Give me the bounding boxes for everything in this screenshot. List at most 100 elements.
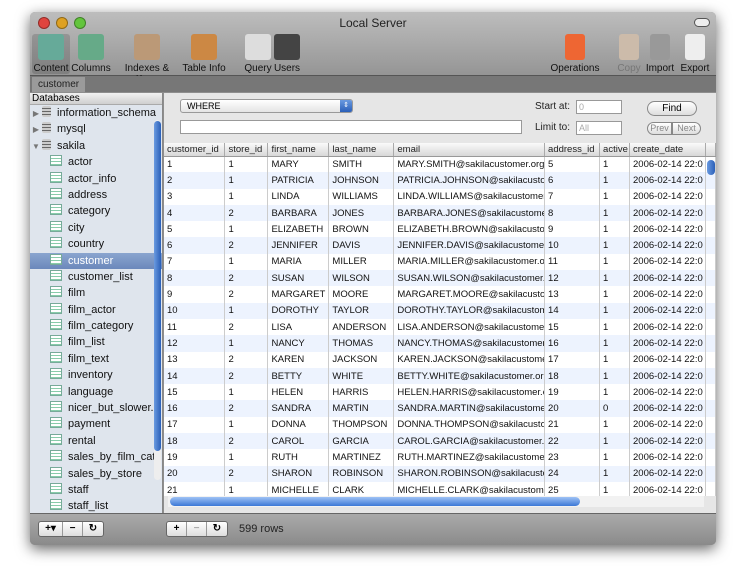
cell-last_name[interactable]: JONES: [328, 204, 395, 222]
cell-customer_id[interactable]: 21: [164, 481, 226, 496]
toolbar-copy-button[interactable]: Copy: [615, 34, 643, 74]
cell-store_id[interactable]: 1: [224, 302, 269, 319]
cell-email[interactable]: BARBARA.JONES@sakilacustomer.or: [393, 204, 546, 222]
sidebar-table-item[interactable]: actor: [30, 154, 162, 170]
cell-first_name[interactable]: KAREN: [267, 351, 330, 368]
cell-address_id[interactable]: 11: [544, 253, 601, 271]
sidebar-table-item[interactable]: staff: [30, 482, 162, 498]
sidebar-table-item[interactable]: rental: [30, 433, 162, 449]
find-button[interactable]: Find: [647, 101, 697, 116]
sidebar-table-item[interactable]: customer: [30, 252, 162, 269]
cell-email[interactable]: BETTY.WHITE@sakilacustomer.org: [393, 367, 546, 385]
cell-address_id[interactable]: 16: [544, 335, 601, 352]
table-row[interactable]: 5 1 ELIZABETH BROWN ELIZABETH.BROWN@sakilacu…: [164, 221, 716, 238]
table-row[interactable]: 6 2 JENNIFER DAVIS JENNIFER.DAVIS@sakilacust…: [164, 237, 716, 254]
cell-last_name[interactable]: THOMPSON: [328, 416, 395, 434]
cell-first_name[interactable]: MARGARET: [267, 286, 330, 303]
cell-store_id[interactable]: 2: [224, 400, 269, 417]
cell-last_name[interactable]: MOORE: [328, 286, 395, 303]
table-row[interactable]: 4 2 BARBARA JONES BARBARA.JONES@sakilacustom…: [164, 204, 716, 222]
table-row[interactable]: 1 1 MARY SMITH MARY.SMITH@sakilacustomer.org…: [164, 156, 716, 173]
cell-active[interactable]: 1: [599, 286, 631, 303]
cell-active[interactable]: 1: [599, 416, 631, 434]
cell-last_name[interactable]: MILLER: [328, 253, 395, 271]
sidebar-table-item[interactable]: inventory: [30, 367, 162, 383]
toolbar-content-button[interactable]: Content: [32, 34, 70, 74]
cell-customer_id[interactable]: 9: [164, 286, 226, 303]
cell-active[interactable]: 1: [599, 204, 631, 222]
cell-active[interactable]: 1: [599, 318, 631, 336]
cell-store_id[interactable]: 1: [224, 172, 269, 189]
table-vertical-scroll-thumb[interactable]: [707, 160, 715, 175]
cell-last_name[interactable]: JACKSON: [328, 351, 395, 368]
data-table[interactable]: customer_id store_id first_name last_name em…: [164, 143, 716, 496]
cell-address_id[interactable]: 13: [544, 286, 601, 303]
sidebar-table-item[interactable]: film_text: [30, 351, 162, 367]
table-row[interactable]: 2 1 PATRICIA JOHNSON PATRICIA.JOHNSON@sakila…: [164, 172, 716, 189]
filter-input[interactable]: [180, 120, 522, 134]
cell-customer_id[interactable]: 18: [164, 433, 226, 450]
cell-store_id[interactable]: 2: [224, 433, 269, 450]
table-row[interactable]: 20 2 SHARON ROBINSON SHARON.ROBINSON@sakilac…: [164, 465, 716, 482]
cell-last_name[interactable]: WILSON: [328, 270, 395, 287]
cell-address_id[interactable]: 7: [544, 188, 601, 205]
cell-address_id[interactable]: 12: [544, 270, 601, 287]
cell-first_name[interactable]: PATRICIA: [267, 172, 330, 189]
table-row[interactable]: 17 1 DONNA THOMPSON DONNA.THOMPSON@sakilacus…: [164, 416, 716, 434]
toolbar-operations-button[interactable]: Operations: [550, 34, 600, 74]
sidebar-table-item[interactable]: actor_info: [30, 171, 162, 187]
cell-last_name[interactable]: JOHNSON: [328, 172, 395, 189]
cell-email[interactable]: NANCY.THOMAS@sakilacustomer.org: [393, 335, 546, 352]
column-header-first_name[interactable]: first_name: [267, 143, 330, 157]
cell-active[interactable]: 1: [599, 384, 631, 401]
cell-last_name[interactable]: DAVIS: [328, 237, 395, 254]
sidebar-table-item[interactable]: country: [30, 236, 162, 252]
sidebar-table-item[interactable]: staff_list: [30, 498, 162, 513]
cell-last_name[interactable]: WILLIAMS: [328, 188, 395, 205]
cell-store_id[interactable]: 2: [224, 237, 269, 254]
cell-address_id[interactable]: 9: [544, 221, 601, 238]
start-at-input[interactable]: 0: [576, 100, 622, 114]
cell-active[interactable]: 0: [599, 400, 631, 417]
cell-email[interactable]: SHARON.ROBINSON@sakilacustomer: [393, 465, 546, 482]
disclosure-closed-icon[interactable]: ▶: [30, 122, 42, 138]
cell-address_id[interactable]: 10: [544, 237, 601, 254]
cell-store_id[interactable]: 1: [224, 416, 269, 434]
cell-last_name[interactable]: ROBINSON: [328, 465, 395, 482]
cell-first_name[interactable]: SHARON: [267, 465, 330, 482]
cell-store_id[interactable]: 2: [224, 351, 269, 368]
cell-last_name[interactable]: THOMAS: [328, 335, 395, 352]
cell-create_date[interactable]: 2006-02-14 22:0: [629, 253, 706, 271]
cell-create_date[interactable]: 2006-02-14 22:0: [629, 188, 706, 205]
cell-address_id[interactable]: 14: [544, 302, 601, 319]
cell-address_id[interactable]: 17: [544, 351, 601, 368]
cell-last_name[interactable]: MARTIN: [328, 400, 395, 417]
cell-store_id[interactable]: 1: [224, 156, 269, 173]
cell-active[interactable]: 1: [599, 188, 631, 205]
cell-first_name[interactable]: LINDA: [267, 188, 330, 205]
table-row[interactable]: 8 2 SUSAN WILSON SUSAN.WILSON@sakilacustomer…: [164, 270, 716, 287]
sidebar-table-item[interactable]: sales_by_store: [30, 466, 162, 482]
add-row-button[interactable]: +: [167, 522, 187, 536]
sidebar-table-item[interactable]: payment: [30, 416, 162, 432]
cell-email[interactable]: SUSAN.WILSON@sakilacustomer.org: [393, 270, 546, 287]
cell-store_id[interactable]: 1: [224, 335, 269, 352]
cell-address_id[interactable]: 18: [544, 367, 601, 385]
sidebar-table-item[interactable]: address: [30, 187, 162, 203]
cell-customer_id[interactable]: 6: [164, 237, 226, 254]
cell-email[interactable]: MARGARET.MOORE@sakilacustomer.: [393, 286, 546, 303]
cell-create_date[interactable]: 2006-02-14 22:0: [629, 156, 706, 173]
cell-customer_id[interactable]: 5: [164, 221, 226, 238]
cell-store_id[interactable]: 1: [224, 188, 269, 205]
cell-email[interactable]: JENNIFER.DAVIS@sakilacustomer.org: [393, 237, 546, 254]
cell-first_name[interactable]: ELIZABETH: [267, 221, 330, 238]
cell-create_date[interactable]: 2006-02-14 22:0: [629, 465, 706, 482]
toolbar-toggle-button[interactable]: [694, 18, 710, 27]
cell-create_date[interactable]: 2006-02-14 22:0: [629, 433, 706, 450]
cell-first_name[interactable]: SUSAN: [267, 270, 330, 287]
sidebar-table-item[interactable]: language: [30, 384, 162, 400]
cell-first_name[interactable]: DONNA: [267, 416, 330, 434]
table-row[interactable]: 9 2 MARGARET MOORE MARGARET.MOORE@sakilacust…: [164, 286, 716, 303]
cell-last_name[interactable]: TAYLOR: [328, 302, 395, 319]
cell-customer_id[interactable]: 20: [164, 465, 226, 482]
